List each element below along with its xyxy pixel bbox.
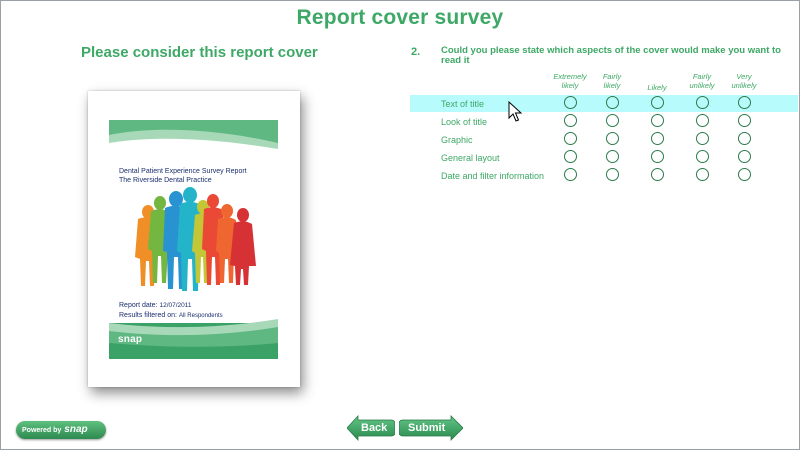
radio-date-filter-very-unlikely[interactable] [738, 168, 751, 181]
row-label-look-of-title: Look of title [441, 117, 488, 127]
radio-general-layout-fairly-unlikely[interactable] [696, 150, 709, 163]
page-title: Report cover survey [296, 6, 504, 29]
radio-text-of-title-very-unlikely[interactable] [738, 96, 751, 109]
cover-date-value: 12/07/2011 [159, 302, 192, 309]
people-silhouettes [135, 187, 256, 291]
radio-general-layout-very-unlikely[interactable] [738, 150, 751, 163]
cover-title-line1: Dental Patient Experience Survey Report [119, 168, 247, 175]
radio-look-of-title-likely[interactable] [651, 114, 664, 127]
report-cover-image: Dental Patient Experience Survey Report … [88, 91, 300, 387]
radio-date-filter-likely[interactable] [651, 168, 664, 181]
survey-window: Report cover survey Please consider this… [0, 0, 800, 450]
radio-text-of-title-fairly-unlikely[interactable] [696, 96, 709, 109]
column-header-very-unlikely: Very unlikely [719, 72, 769, 90]
cover-filter-label: Results filtered on: [119, 312, 177, 319]
radio-look-of-title-very-unlikely[interactable] [738, 114, 751, 127]
cover-heading: Please consider this report cover [81, 44, 318, 61]
column-header-line2: likely [603, 81, 621, 90]
radio-look-of-title-fairly-likely[interactable] [606, 114, 619, 127]
radio-general-layout-likely[interactable] [651, 150, 664, 163]
cover-date-label: Report date: [119, 302, 158, 309]
question-number: 2. [411, 46, 421, 58]
radio-look-of-title-extremely-likely[interactable] [564, 114, 577, 127]
cover-filter-info: Results filtered on: All Respondents [119, 311, 223, 321]
radio-text-of-title-fairly-likely[interactable] [606, 96, 619, 109]
column-header-line2: Likely [647, 83, 667, 92]
row-label-graphic: Graphic [441, 135, 473, 145]
column-header-line1: Very [736, 72, 752, 81]
radio-date-filter-fairly-unlikely[interactable] [696, 168, 709, 181]
submit-button[interactable]: Submit [399, 415, 463, 441]
powered-by-label: Powered by [22, 427, 62, 434]
back-button-label: Back [361, 422, 388, 434]
row-label-general-layout: General layout [441, 153, 500, 163]
mouse-pointer-icon [508, 101, 522, 122]
radio-graphic-likely[interactable] [651, 132, 664, 145]
column-header-likely: Likely [632, 83, 682, 92]
cover-filter-value: All Respondents [178, 313, 223, 319]
radio-look-of-title-fairly-unlikely[interactable] [696, 114, 709, 127]
row-label-date-and-filter: Date and filter information [441, 171, 545, 181]
powered-by-snap-badge[interactable]: Powered by snap [16, 421, 106, 439]
back-button[interactable]: Back [347, 415, 395, 441]
radio-graphic-very-unlikely[interactable] [738, 132, 751, 145]
radio-date-filter-fairly-likely[interactable] [606, 168, 619, 181]
question-text: Could you please state which aspects of … [441, 45, 781, 66]
radio-graphic-fairly-unlikely[interactable] [696, 132, 709, 145]
radio-general-layout-extremely-likely[interactable] [564, 150, 577, 163]
radio-graphic-extremely-likely[interactable] [564, 132, 577, 145]
cover-report-date: Report date: 12/07/2011 [119, 301, 192, 310]
submit-button-label: Submit [408, 422, 446, 434]
powered-by-brand: snap [64, 424, 88, 435]
radio-date-filter-extremely-likely[interactable] [564, 168, 577, 181]
radio-text-of-title-extremely-likely[interactable] [564, 96, 577, 109]
cover-title-line2: The Riverside Dental Practice [119, 177, 212, 184]
cover-snap-logo: snap [118, 334, 143, 345]
radio-general-layout-fairly-likely[interactable] [606, 150, 619, 163]
radio-text-of-title-likely[interactable] [651, 96, 664, 109]
column-header-line2: unlikely [731, 81, 757, 90]
column-header-fairly-likely: Fairly likely [587, 72, 637, 90]
row-label-text-of-title: Text of title [441, 99, 485, 109]
column-header-line1: Fairly [602, 72, 622, 81]
radio-graphic-fairly-likely[interactable] [606, 132, 619, 145]
